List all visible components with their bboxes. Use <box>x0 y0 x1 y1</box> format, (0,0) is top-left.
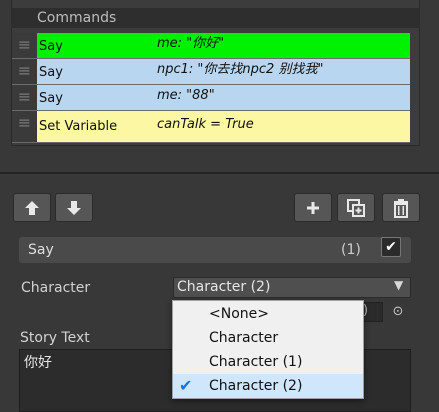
drag-handle-icon[interactable]: ≡ <box>12 33 37 58</box>
command-name: Say <box>39 91 63 106</box>
duplicate-command-button[interactable] <box>337 193 375 222</box>
arrow-down-icon <box>67 201 81 215</box>
command-index: (1) <box>341 242 361 258</box>
move-down-button[interactable] <box>55 193 93 222</box>
option-label: Character (1) <box>209 354 303 370</box>
dropdown-arrow-icon: ▼ <box>394 278 404 292</box>
delete-command-button[interactable] <box>382 193 420 222</box>
trash-icon <box>394 199 408 218</box>
command-summary: npc1: "你去找npc2 别找我" <box>157 62 324 77</box>
option-label: Character (2) <box>209 378 303 394</box>
move-up-button[interactable] <box>13 193 51 222</box>
enabled-checkbox[interactable]: ✔ <box>381 237 401 257</box>
command-row-say-3[interactable]: ≡ Say me: "88" <box>12 85 410 111</box>
command-name: Say <box>39 65 63 80</box>
duplicate-icon <box>347 199 365 217</box>
add-command-button[interactable] <box>294 193 332 222</box>
checkmark-icon: ✔ <box>385 239 397 255</box>
command-name: Say <box>39 39 63 54</box>
command-summary: canTalk = True <box>157 117 254 132</box>
dropdown-option-none[interactable]: <None> <box>173 302 363 326</box>
plus-icon <box>307 202 319 214</box>
command-title: Say <box>28 242 54 258</box>
row-background <box>37 85 410 110</box>
story-text-value: 你好 <box>24 355 52 371</box>
dropdown-option-character-2[interactable]: ✔ Character (2) <box>173 374 363 398</box>
checkmark-icon: ✔ <box>179 376 193 395</box>
dropdown-option-character-1[interactable]: Character (1) <box>173 350 363 374</box>
object-picker-icon[interactable]: ⊙ <box>389 303 407 321</box>
drag-handle-icon[interactable]: ≡ <box>12 59 37 84</box>
arrow-up-icon <box>25 201 39 215</box>
panel-separator[interactable] <box>0 172 439 174</box>
command-row-say-2[interactable]: ≡ Say npc1: "你去找npc2 别找我" <box>12 59 410 85</box>
option-label: Character <box>209 330 279 346</box>
drag-handle-icon[interactable]: ≡ <box>12 85 37 110</box>
character-select-value: Character (2) <box>177 279 271 295</box>
character-label: Character <box>21 280 91 296</box>
dropdown-option-character[interactable]: Character <box>173 326 363 350</box>
story-text-label: Story Text <box>20 330 90 346</box>
command-summary: me: "你好" <box>157 36 225 51</box>
drag-handle-icon[interactable]: ≡ <box>12 111 37 142</box>
command-row-say-1[interactable]: ≡ Say me: "你好" <box>12 33 410 59</box>
command-row-set-variable[interactable]: ≡ Set Variable canTalk = True <box>12 111 410 143</box>
command-name: Set Variable <box>39 119 118 134</box>
commands-header: Commands <box>11 8 420 28</box>
option-label: <None> <box>209 306 269 322</box>
command-summary: me: "88" <box>157 88 215 103</box>
